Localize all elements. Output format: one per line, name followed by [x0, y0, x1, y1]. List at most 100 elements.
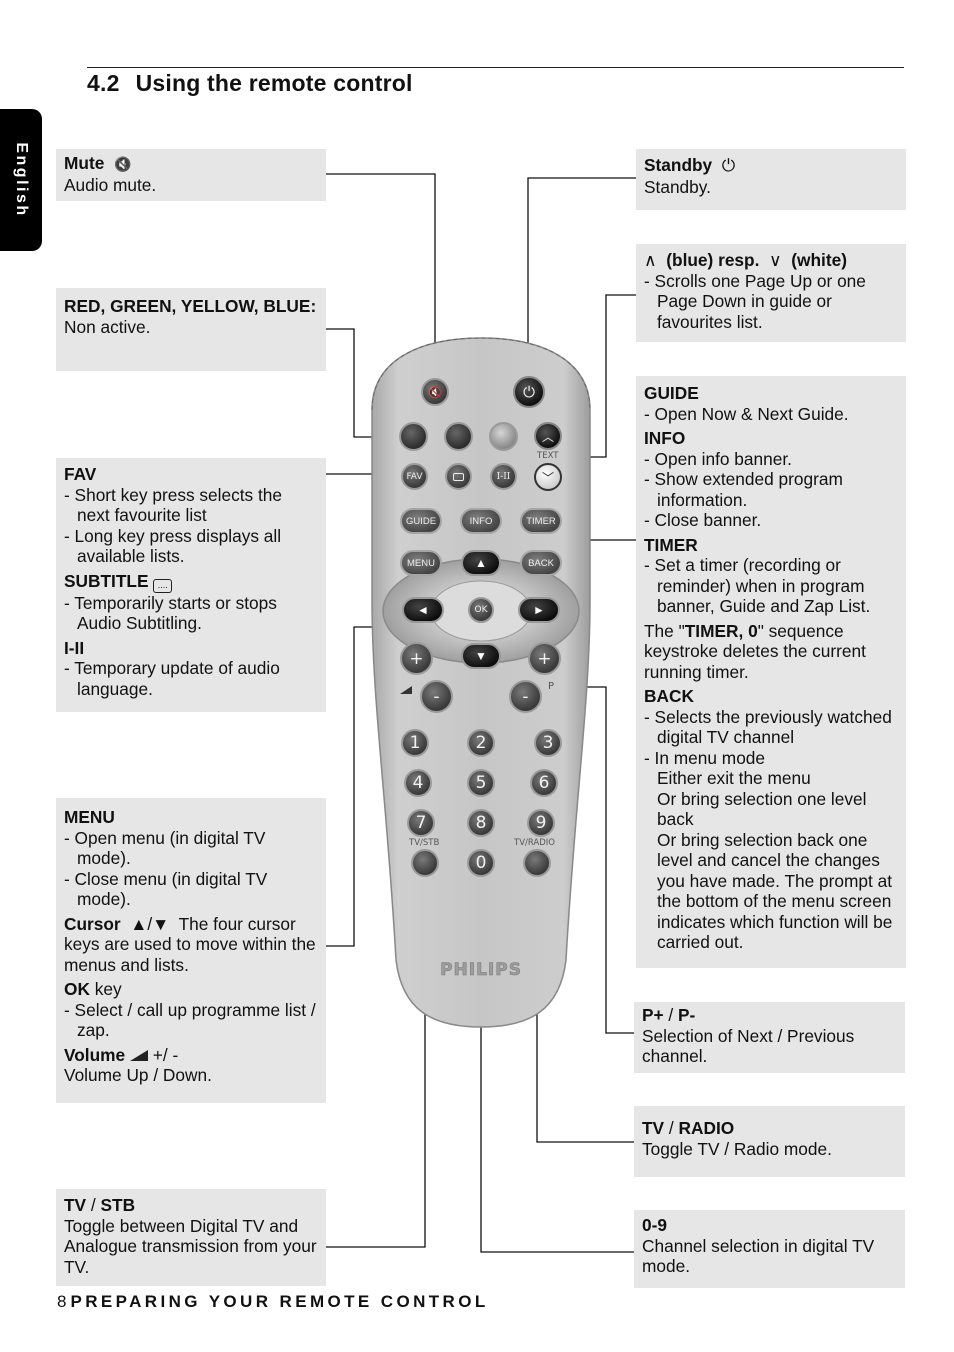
green-button[interactable]: [444, 422, 473, 451]
callout-title: SUBTITLE: [64, 570, 149, 591]
power-icon: ⏻: [523, 383, 535, 401]
chevron-up-icon: ∧: [644, 250, 657, 270]
callout-text: Volume Up / Down.: [64, 1065, 212, 1085]
info-button-label: INFO: [469, 515, 493, 527]
callout-mute: Mute 🔇 Audio mute.: [56, 149, 326, 201]
chapter-title: PREPARING YOUR REMOTE CONTROL: [70, 1292, 489, 1311]
page-down-white-button[interactable]: ﹀: [534, 463, 562, 491]
digit-2-button[interactable]: 2: [467, 729, 495, 757]
digit-6-button[interactable]: 6: [530, 769, 558, 797]
digit-1-button[interactable]: 1: [401, 729, 429, 757]
callout-title: 0-9: [642, 1215, 667, 1235]
page-number: 8: [57, 1292, 67, 1311]
arrow-up-icon: ▲: [475, 556, 487, 570]
text-label: TEXT: [537, 451, 559, 461]
subtitle-button[interactable]: [445, 463, 472, 490]
arrow-right-icon: ►: [533, 603, 545, 617]
callout-item: - Set a timer (recording or reminder) wh…: [644, 555, 871, 616]
info-button[interactable]: INFO: [460, 508, 502, 534]
volume-icon: [129, 1049, 148, 1061]
cursor-left-button[interactable]: ◄: [402, 597, 444, 623]
callout-text: Toggle TV / Radio mode.: [642, 1138, 832, 1159]
callout-title: Volume: [64, 1044, 126, 1065]
callout-text: Selection of Next / Previous channel.: [642, 1025, 855, 1067]
callout-title: GUIDE: [644, 383, 699, 403]
callout-item: Either exit the menu: [657, 768, 811, 788]
back-button[interactable]: BACK: [520, 550, 562, 576]
callout-tv-radio: TV / RADIO Toggle TV / Radio mode.: [634, 1106, 905, 1177]
callout-p-plus-minus: P+ / P- Selection of Next / Previous cha…: [634, 1002, 905, 1073]
fav-button[interactable]: FAV: [401, 463, 428, 490]
cursor-down-button[interactable]: ▼: [461, 643, 501, 669]
callout-tv-stb: TV / STB Toggle between Digital TV and A…: [56, 1189, 326, 1286]
timer-button-label: TIMER: [526, 515, 556, 527]
p-label: P: [548, 681, 555, 692]
callout-fav: FAV - Short key press selects the next f…: [56, 458, 326, 712]
title-separator: /: [664, 1118, 679, 1138]
volume-up-button[interactable]: +: [400, 642, 433, 675]
ok-button[interactable]: OK: [468, 597, 494, 623]
callout-item: - Open menu (in digital TV mode).: [64, 827, 266, 869]
channel-up-button[interactable]: +: [528, 642, 561, 675]
digit-label: 7: [415, 813, 427, 833]
standby-button[interactable]: ⏻: [513, 376, 545, 408]
i-ii-button[interactable]: I-II: [490, 463, 517, 490]
callout-text: +/ -: [152, 1044, 179, 1065]
channel-down-button[interactable]: -: [509, 680, 542, 713]
digit-4-button[interactable]: 4: [404, 769, 432, 797]
callout-text: key: [94, 979, 122, 999]
subtitle-icon: ....: [153, 578, 173, 593]
callout-title: FAV: [64, 464, 97, 484]
tv-radio-button[interactable]: [523, 849, 551, 877]
callout-item: Or bring selection one level back: [657, 788, 867, 830]
mute-icon: 🔇: [113, 156, 132, 172]
tv-stb-button[interactable]: [411, 849, 439, 877]
page-up-blue-button[interactable]: ︿: [534, 422, 562, 450]
callout-item: - In menu mode: [644, 747, 766, 768]
callout-item: - Close menu (in digital TV mode).: [64, 868, 268, 910]
yellow-button[interactable]: [489, 422, 518, 451]
digit-label: 2: [475, 733, 487, 753]
digit-0-button[interactable]: 0: [467, 849, 495, 877]
digit-label: 0: [475, 853, 487, 873]
callout-item: - Long key press displays all available …: [64, 525, 282, 567]
callout-item: - Select / call up programme list / zap.: [64, 999, 316, 1041]
chevron-down-icon: ﹀: [541, 470, 554, 485]
callout-item: Or bring selection back one level and ca…: [657, 829, 893, 953]
callout-title: OK: [64, 979, 90, 999]
callout-title: INFO: [644, 428, 686, 448]
timer-note: The "TIMER, 0" sequence keystroke delete…: [644, 621, 898, 683]
digit-5-button[interactable]: 5: [467, 769, 495, 797]
callout-page-keys: ∧ (blue) resp. ∨ (white) - Scrolls one P…: [636, 244, 906, 342]
callout-guide-info-timer-back: GUIDE - Open Now & Next Guide. INFO - Op…: [636, 376, 906, 968]
title-separator: /: [86, 1195, 101, 1215]
callout-title: STB: [100, 1195, 136, 1215]
cursor-right-button[interactable]: ►: [518, 597, 560, 623]
i-ii-button-label: I-II: [496, 471, 511, 482]
red-button[interactable]: [399, 422, 428, 451]
plus-icon: +: [537, 648, 552, 669]
cursor-up-button[interactable]: ▲: [461, 550, 501, 576]
callout-title: Cursor: [64, 913, 121, 934]
menu-button[interactable]: MENU: [400, 550, 442, 576]
callout-item: - Close banner.: [644, 510, 762, 530]
digit-8-button[interactable]: 8: [467, 809, 495, 837]
timer-button[interactable]: TIMER: [520, 508, 562, 534]
minus-icon: -: [433, 686, 440, 707]
guide-button[interactable]: GUIDE: [400, 508, 442, 534]
callout-text: Non active.: [64, 316, 151, 337]
plus-icon: +: [409, 648, 424, 669]
callout-text: Audio mute.: [64, 174, 157, 195]
digit-7-button[interactable]: 7: [407, 809, 435, 837]
digit-3-button[interactable]: 3: [534, 729, 562, 757]
callout-item: - Temporary update of audio language.: [64, 658, 280, 699]
digit-9-button[interactable]: 9: [527, 809, 555, 837]
mute-button[interactable]: 🔇: [421, 378, 449, 406]
volume-down-button[interactable]: -: [420, 680, 453, 713]
minus-icon: -: [522, 686, 529, 707]
chevron-up-icon: ︿: [541, 429, 554, 444]
menu-button-label: MENU: [407, 557, 435, 569]
callout-standby: Standby ⏻ Standby.: [636, 149, 906, 210]
title-separator: /: [663, 1005, 679, 1025]
ok-button-label: OK: [474, 605, 488, 615]
